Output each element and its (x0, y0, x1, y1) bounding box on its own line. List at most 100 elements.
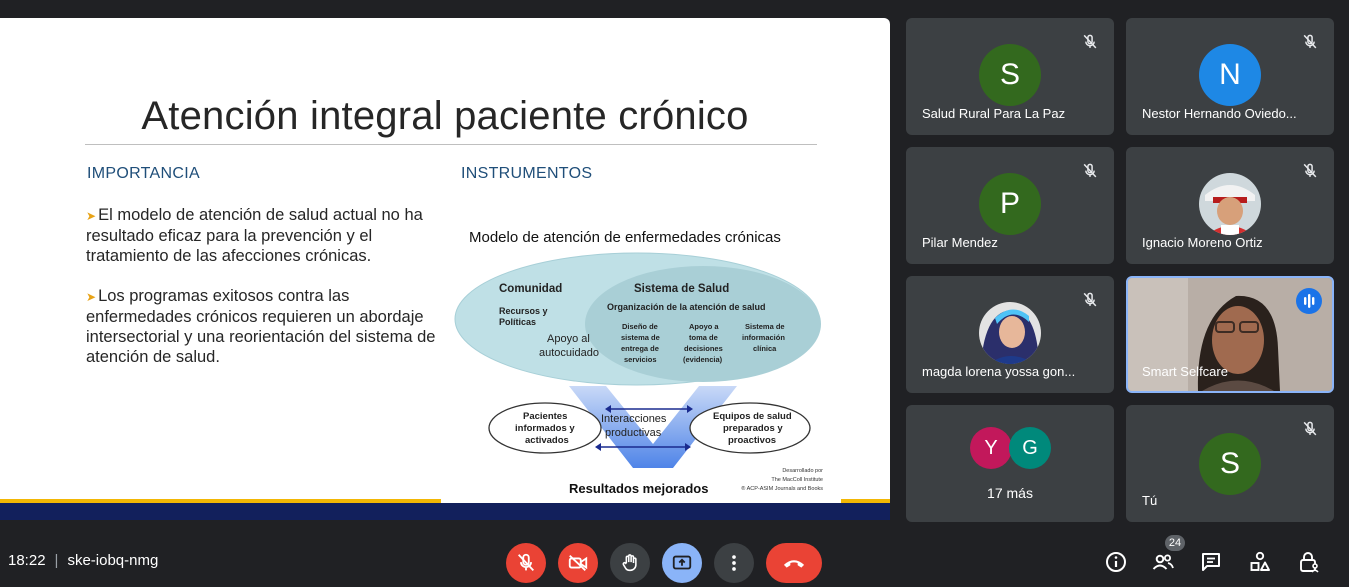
bullet-point-2: ➤ Los programas exitosos contra las enfer… (86, 286, 441, 367)
participant-name: Smart Selfcare (1142, 364, 1228, 379)
slide-title: Atención integral paciente crónico (141, 94, 749, 138)
arrowhead-icon (595, 443, 601, 451)
label-decision-1: Apoyo a (689, 322, 719, 331)
label-comunidad: Comunidad (499, 283, 562, 295)
label-diseno-4: servicios (624, 355, 657, 364)
profile-photo-icon (1199, 173, 1261, 235)
participant-name: Ignacio Moreno Ortiz (1142, 235, 1263, 250)
meeting-details: 18:22 | ske-iobq-nmg (8, 552, 158, 569)
label-decision-2: toma de (689, 333, 718, 342)
section-heading-instrumentos: INSTRUMENTOS (461, 165, 593, 182)
meeting-time: 18:22 (8, 552, 46, 569)
more-participants-tile[interactable]: Y G 17 más (906, 405, 1114, 522)
label-equipos-1: Equipos de salud (713, 411, 792, 422)
participant-tile[interactable]: S Salud Rural Para La Paz (906, 18, 1114, 135)
credit-line-3: ® ACP-ASIM Journals and Books (741, 485, 823, 492)
label-apoyo: Apoyo al (547, 333, 590, 345)
self-tile[interactable]: S Tú (1126, 405, 1334, 522)
label-recursos: Recursos y (499, 306, 548, 316)
bullet-arrow-icon: ➤ (86, 290, 97, 304)
label-info-3: clínica (753, 344, 777, 353)
label-organizacion: Organización de la atención de salud (607, 302, 766, 312)
footer-stripe-navy (0, 503, 890, 520)
avatar: Y (970, 427, 1012, 469)
label-equipos-2: preparados y (723, 423, 783, 434)
credit-line-1: Desarrollado por (782, 468, 823, 474)
avatar (979, 302, 1041, 364)
participant-tile[interactable]: N Nestor Hernando Oviedo... (1126, 18, 1334, 135)
participant-tile-active-speaker[interactable]: Smart Selfcare (1126, 276, 1334, 393)
participant-name: Pilar Mendez (922, 235, 998, 250)
credit-line-2: The MacColl Institute (771, 477, 823, 483)
meeting-code: ske-iobq-nmg (67, 552, 159, 569)
label-decision-4: (evidencia) (683, 355, 723, 364)
bullet-arrow-icon: ➤ (86, 209, 97, 223)
activities-shapes-icon (1250, 551, 1270, 571)
host-controls-button[interactable] (1296, 549, 1322, 575)
label-equipos-3: proactivos (728, 435, 776, 446)
label-autocuidado: autocuidado (539, 347, 599, 359)
label-productivas: productivas (605, 427, 662, 439)
mic-off-icon (1083, 292, 1097, 307)
hang-up-icon (783, 560, 805, 568)
avatar: N (1199, 44, 1261, 106)
raise-hand-button[interactable] (610, 543, 650, 583)
title-divider (85, 144, 817, 145)
bullet-text: Los programas exitosos contra las enferm… (86, 287, 436, 366)
separator: | (54, 552, 59, 569)
participant-name: magda lorena yossa gon... (922, 364, 1076, 379)
label-diseno-1: Diseño de (622, 322, 658, 331)
label-politicas: Políticas (499, 317, 536, 327)
mic-off-icon (1303, 34, 1317, 49)
toggle-camera-button[interactable] (558, 543, 598, 583)
label-resultados: Resultados mejorados (569, 481, 708, 496)
hand-icon (622, 554, 637, 572)
bullet-point-1: ➤ El modelo de atención de salud actual n… (86, 205, 441, 266)
activities-button[interactable] (1247, 549, 1273, 575)
label-pacientes-3: activados (525, 435, 569, 446)
participant-name: Tú (1142, 493, 1158, 508)
section-heading-importancia: IMPORTANCIA (87, 165, 200, 182)
avatar: P (979, 173, 1041, 235)
present-screen-icon (672, 555, 692, 570)
leave-call-button[interactable] (766, 543, 822, 583)
mic-off-icon (1083, 163, 1097, 178)
avatar (1199, 173, 1261, 235)
mic-off-icon (1303, 421, 1317, 436)
diagram-graphic: Modelo de atención de enfermedades cróni… (454, 229, 823, 496)
label-sistema-salud: Sistema de Salud (634, 283, 729, 295)
people-icon (1152, 554, 1174, 570)
label-info-1: Sistema de (745, 322, 785, 331)
presentation-slide: Atención integral paciente crónico IMPOR… (0, 18, 890, 520)
lock-person-icon (1300, 552, 1319, 573)
label-pacientes-1: Pacientes (523, 411, 567, 422)
avatar: S (1199, 433, 1261, 495)
label-pacientes-2: informados y (515, 423, 575, 434)
participant-tile[interactable]: Ignacio Moreno Ortiz (1126, 147, 1334, 264)
label-interacciones: Interacciones (601, 413, 667, 425)
present-screen-button[interactable] (662, 543, 702, 583)
avatar: G (1009, 427, 1051, 469)
toggle-microphone-button[interactable] (506, 543, 546, 583)
label-info-2: información (742, 333, 785, 342)
participant-tile[interactable]: P Pilar Mendez (906, 147, 1114, 264)
more-vertical-icon (732, 555, 736, 571)
label-diseno-2: sistema de (621, 333, 660, 342)
show-everyone-button[interactable] (1150, 549, 1176, 575)
chronic-care-model-diagram: Modelo de atención de enfermedades cróni… (441, 206, 841, 508)
participant-name: Nestor Hernando Oviedo... (1142, 106, 1297, 121)
avatar: S (979, 44, 1041, 106)
mic-off-icon (1083, 34, 1097, 49)
chat-button[interactable] (1198, 549, 1224, 575)
label-decision-3: decisiones (684, 344, 723, 353)
bullet-text: El modelo de atención de salud actual no… (86, 206, 423, 265)
more-options-button[interactable] (714, 543, 754, 583)
mic-off-icon (517, 553, 535, 571)
camera-off-icon (568, 554, 588, 572)
info-icon (1106, 552, 1126, 572)
meeting-details-button[interactable] (1103, 549, 1129, 575)
participant-tile[interactable]: magda lorena yossa gon... (906, 276, 1114, 393)
diagram-title: Modelo de atención de enfermedades cróni… (469, 229, 781, 246)
more-participants-label: 17 más (987, 485, 1033, 501)
speaking-indicator-icon (1296, 288, 1322, 314)
